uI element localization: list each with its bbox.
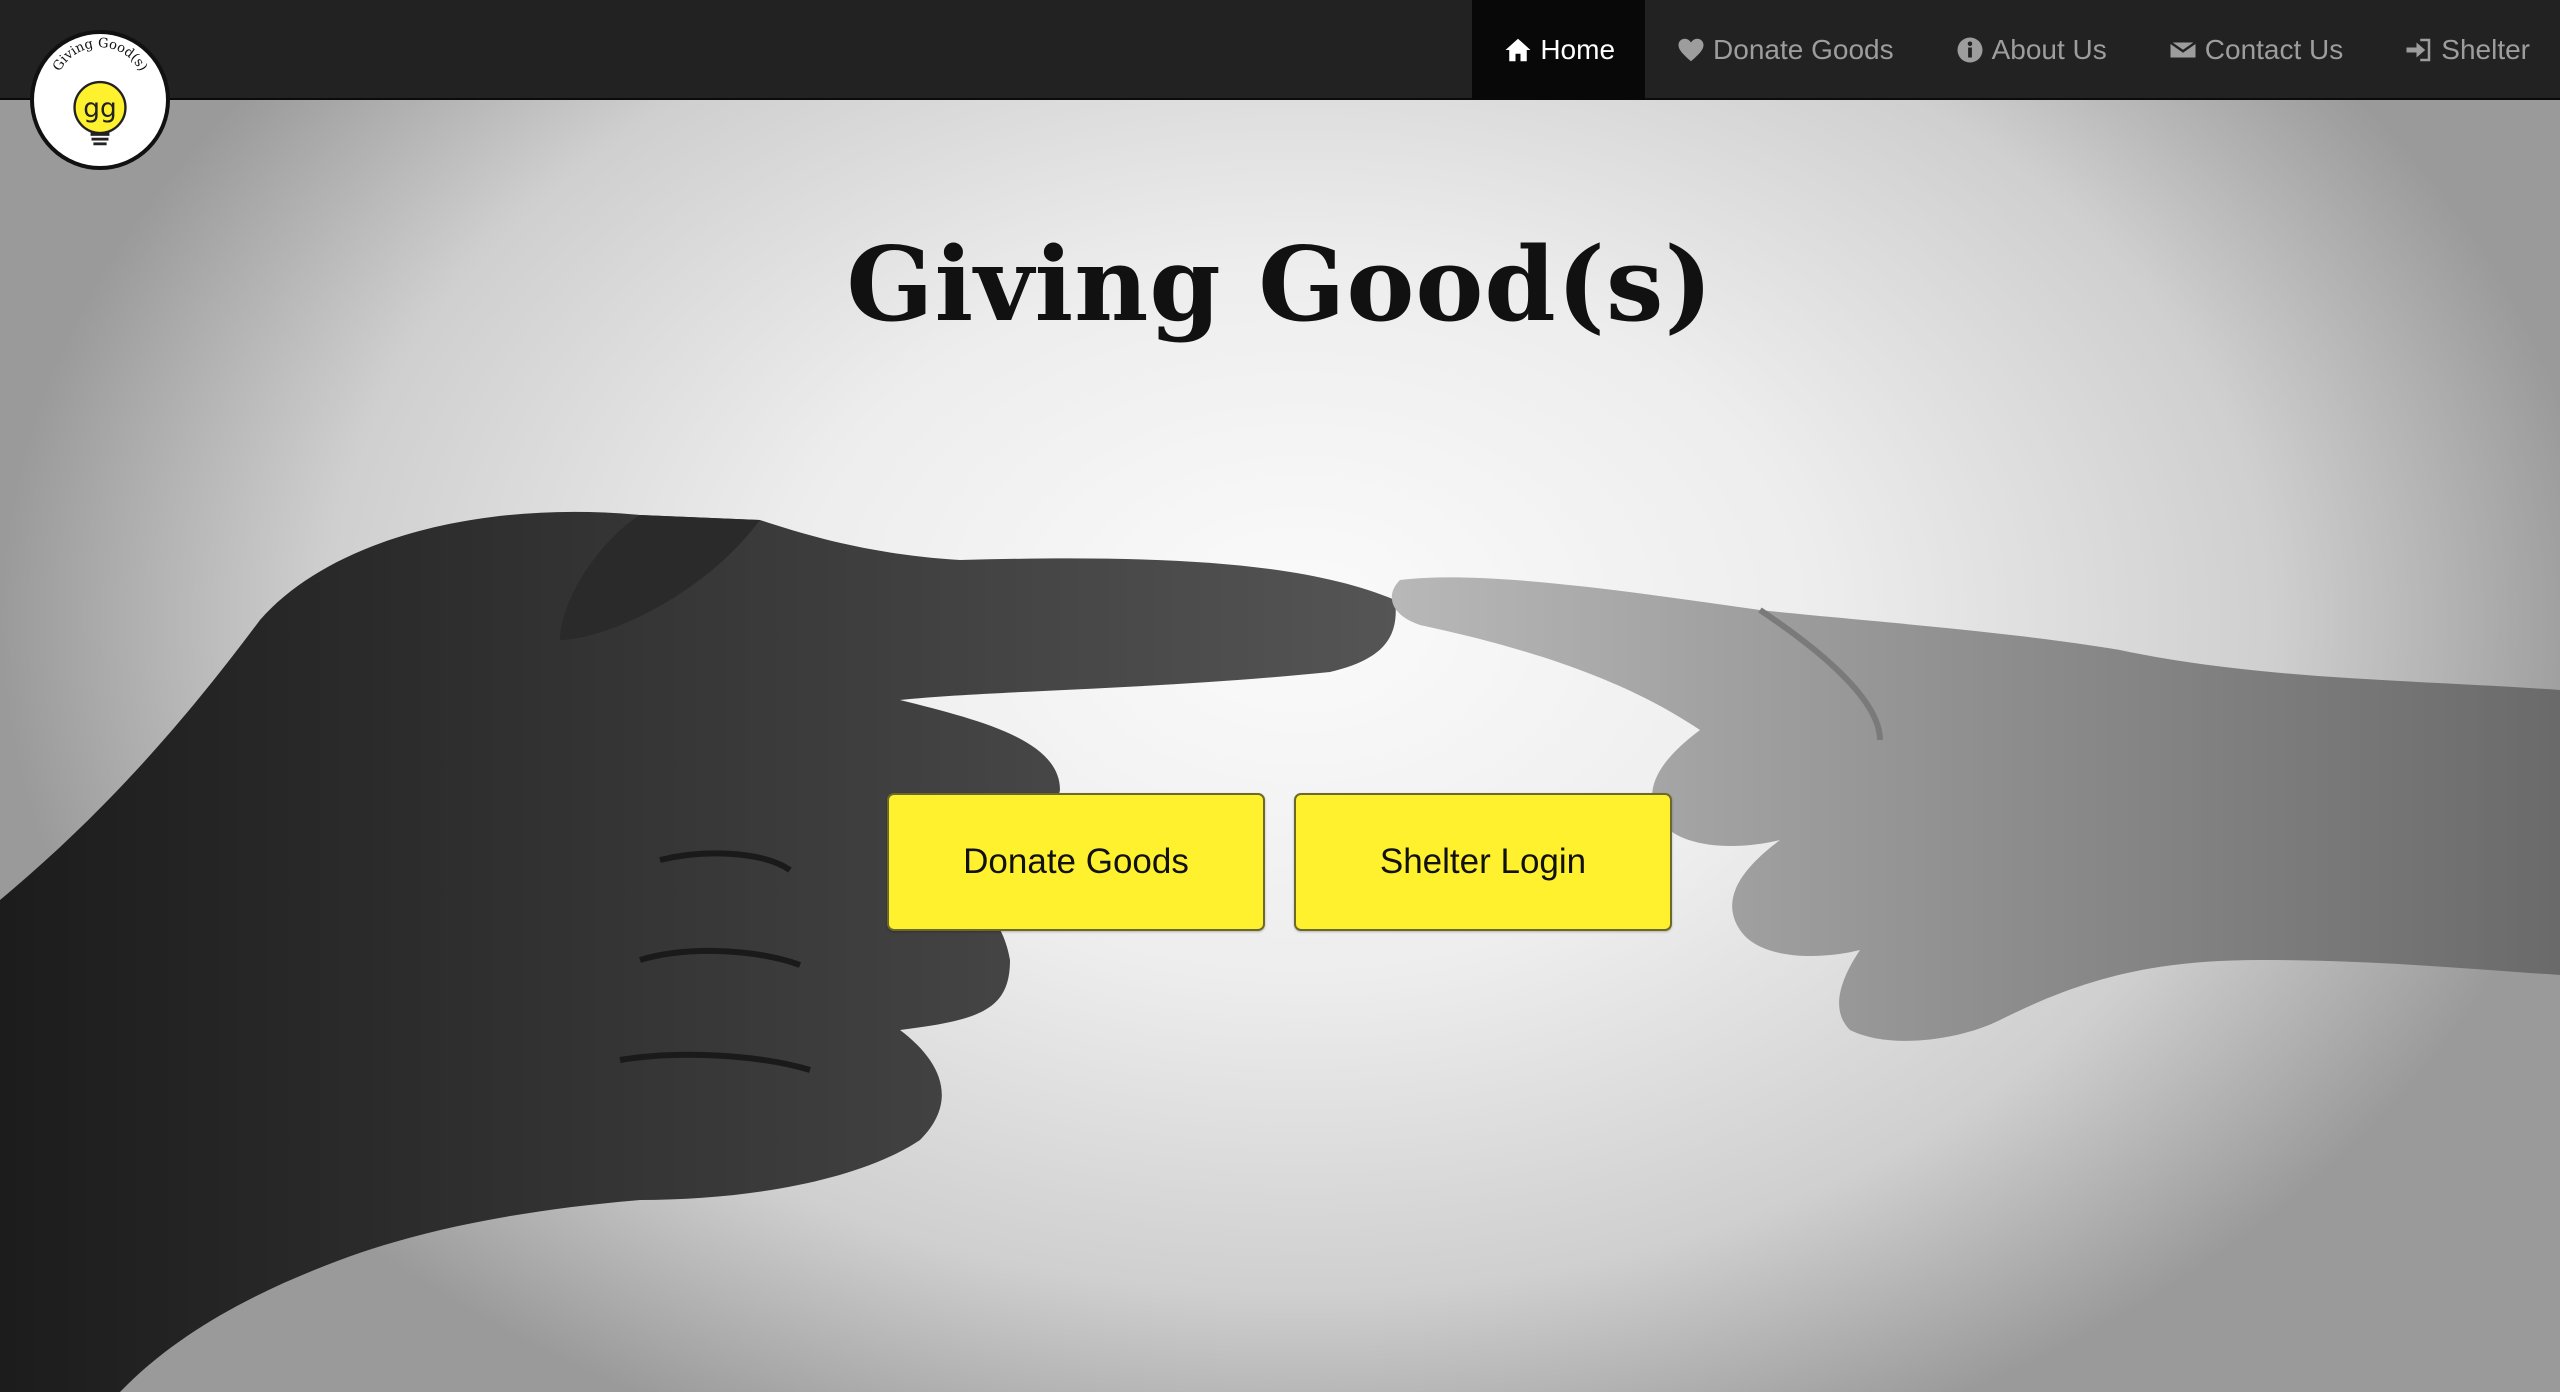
heart-icon [1675,34,1707,66]
logo-monogram: gg [83,93,117,124]
shelter-login-button[interactable]: Shelter Login [1294,793,1672,931]
nav-menu: Home Donate Goods About Us Contact Us Sh… [1472,0,2560,100]
nav-item-shelter[interactable]: Shelter [2373,0,2560,100]
envelope-icon [2167,34,2199,66]
donate-goods-button[interactable]: Donate Goods [887,793,1265,931]
home-icon [1502,34,1534,66]
page: Home Donate Goods About Us Contact Us Sh… [0,0,2560,1392]
nav-item-label: Shelter [2441,34,2530,65]
lightbulb-logo-icon: Giving Good(s) gg [50,36,150,146]
hands-background-image [0,511,2560,1392]
info-icon [1954,34,1986,66]
top-navbar: Home Donate Goods About Us Contact Us Sh… [0,0,2560,100]
nav-item-home[interactable]: Home [1472,0,1646,100]
nav-item-label: Contact Us [2204,34,2344,65]
nav-item-contact-us[interactable]: Contact Us [2137,0,2374,100]
nav-item-about-us[interactable]: About Us [1924,0,2137,100]
logo-text: Giving Good(s) [50,36,150,74]
hero-title: Giving Good(s) [846,225,1714,345]
site-logo[interactable]: Giving Good(s) gg [30,30,170,170]
nav-item-label: Donate Goods [1713,34,1894,65]
nav-item-label: About Us [1991,34,2107,65]
login-icon [2403,34,2435,66]
nav-item-label: Home [1540,34,1616,65]
svg-text:Giving Good(s): Giving Good(s) [50,36,150,74]
nav-item-donate-goods[interactable]: Donate Goods [1645,0,1924,100]
